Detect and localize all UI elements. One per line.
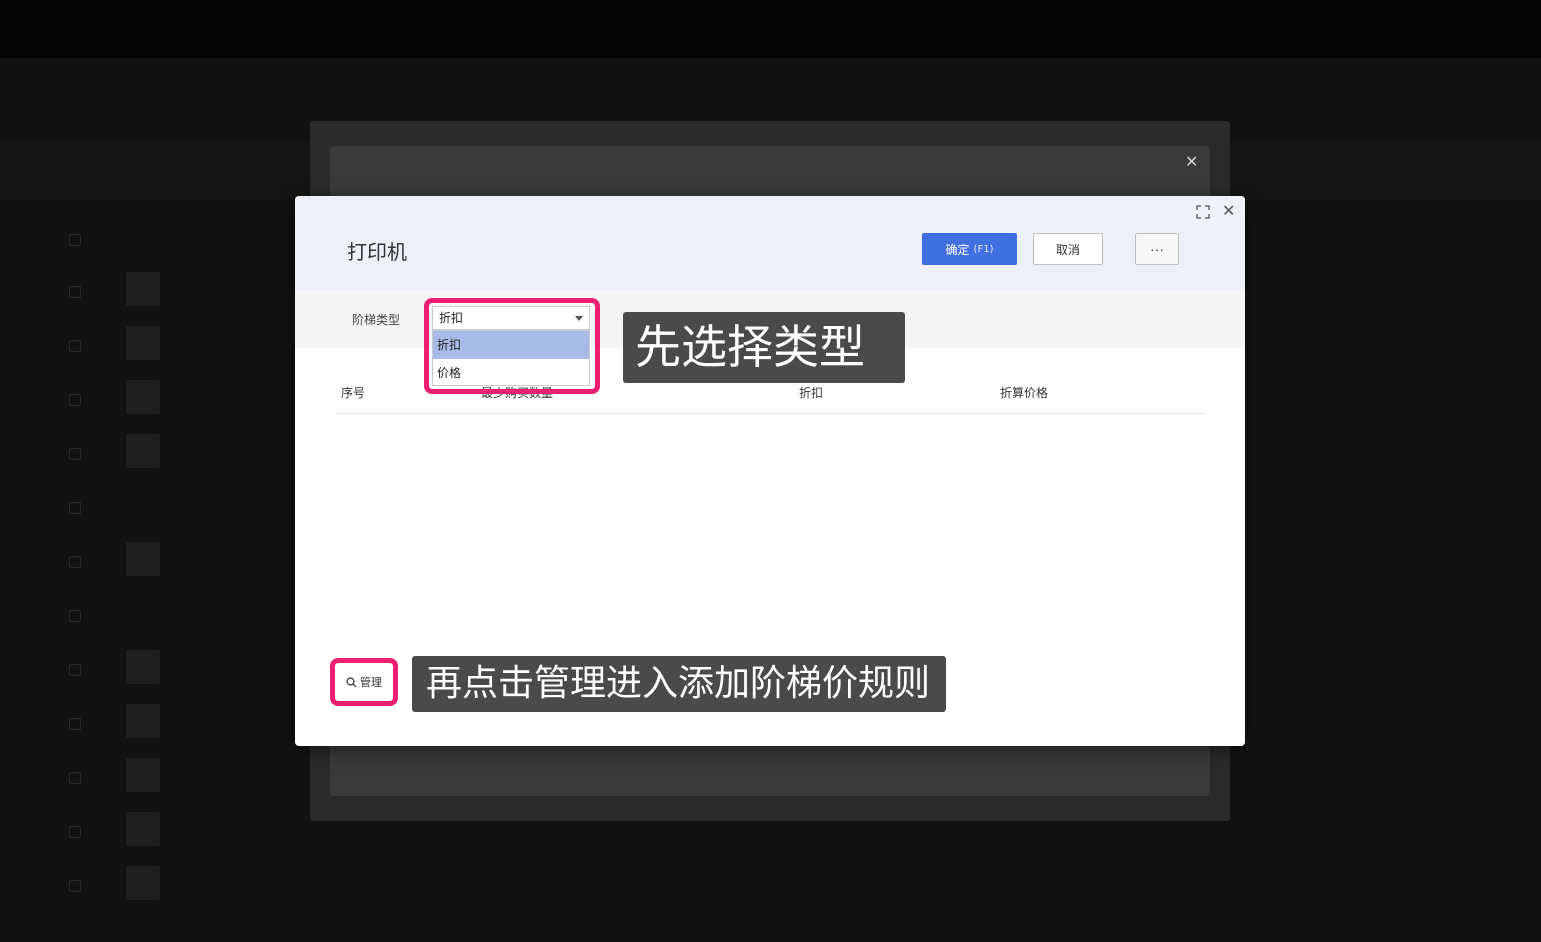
more-options-button[interactable]: ··· — [1135, 233, 1179, 265]
close-icon[interactable]: ✕ — [1222, 202, 1235, 220]
background-checkbox — [69, 448, 81, 460]
background-checkbox — [69, 286, 81, 298]
background-thumbnail — [126, 326, 160, 360]
background-checkbox — [69, 340, 81, 352]
background-thumbnail — [126, 704, 160, 738]
column-header-discount: 折扣 — [799, 386, 824, 400]
underlying-close-icon[interactable]: ✕ — [1185, 152, 1198, 171]
confirm-shortcut-hint: (F1) — [973, 243, 994, 255]
dialog-title: 打印机 — [347, 240, 407, 264]
cancel-button[interactable]: 取消 — [1033, 233, 1103, 265]
background-checkbox — [69, 556, 81, 568]
column-header-converted-price: 折算价格 — [1000, 386, 1049, 400]
background-checkbox — [69, 826, 81, 838]
background-thumbnail — [126, 272, 160, 306]
confirm-button[interactable]: 确定 (F1) — [922, 233, 1017, 265]
background-checkbox — [69, 394, 81, 406]
background-checkbox — [69, 610, 81, 622]
background-thumbnail — [126, 650, 160, 684]
background-thumbnail — [126, 866, 160, 900]
background-thumbnail — [126, 434, 160, 468]
annotation-select-type: 先选择类型 — [623, 312, 905, 383]
manage-label: 管理 — [360, 676, 382, 689]
background-thumbnail — [126, 758, 160, 792]
background-thumbnail — [126, 380, 160, 414]
fullscreen-icon[interactable] — [1196, 205, 1210, 219]
background-checkbox — [69, 880, 81, 892]
background-checkbox — [69, 234, 81, 246]
column-header-index: 序号 — [341, 386, 366, 400]
highlight-frame-select — [424, 298, 600, 394]
background-thumbnail — [126, 542, 160, 576]
background-topbar — [0, 0, 1541, 58]
search-icon — [346, 676, 357, 687]
confirm-label: 确定 — [945, 242, 970, 257]
tier-type-label: 阶梯类型 — [352, 313, 401, 327]
background-checkbox — [69, 718, 81, 730]
manage-button[interactable]: 管理 — [339, 668, 389, 696]
annotation-click-manage: 再点击管理进入添加阶梯价规则 — [412, 656, 946, 712]
background-thumbnail — [126, 812, 160, 846]
background-checkbox — [69, 772, 81, 784]
background-checkbox — [69, 502, 81, 514]
background-checkbox — [69, 664, 81, 676]
